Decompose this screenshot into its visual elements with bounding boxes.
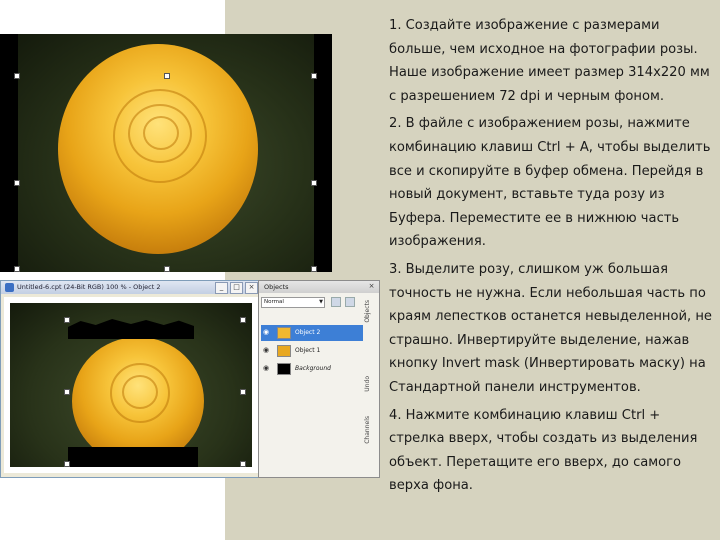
rose-petal	[122, 375, 158, 409]
objects-title: Objects	[264, 283, 289, 291]
selection-handle[interactable]	[14, 266, 20, 272]
selection-handle[interactable]	[164, 266, 170, 272]
document-title: Untitled-6.cpt (24-Bit RGB) 100 % - Obje…	[17, 283, 161, 291]
selection-handle[interactable]	[14, 180, 20, 186]
rose-petal	[143, 116, 179, 150]
selection-handle[interactable]	[240, 461, 246, 467]
selection-handle[interactable]	[64, 461, 70, 467]
side-tab-objects[interactable]: Objects	[364, 300, 371, 323]
layer-thumbnail	[277, 327, 291, 339]
document-icon	[5, 283, 14, 292]
delete-object-icon[interactable]	[345, 297, 355, 307]
instruction-step-1: 1. Создайте изображение с размерами боль…	[389, 18, 710, 104]
document-window: Untitled-6.cpt (24-Bit RGB) 100 % - Obje…	[0, 280, 262, 478]
selection-handle[interactable]	[64, 389, 70, 395]
layer-background[interactable]: ◉ Background	[261, 361, 363, 377]
layer-label: Object 2	[295, 329, 321, 336]
rose-image	[58, 44, 258, 254]
layer-thumbnail	[277, 363, 291, 375]
side-tab-undo[interactable]: Undo	[364, 376, 371, 392]
merge-mode-select[interactable]: Normal ▼	[261, 297, 325, 308]
document-titlebar[interactable]: Untitled-6.cpt (24-Bit RGB) 100 % - Obje…	[1, 281, 261, 294]
side-tab-channels[interactable]: Channels	[364, 416, 371, 444]
maximize-button[interactable]: □	[230, 282, 243, 294]
docker-side-tabs: Objects Undo Channels	[361, 296, 377, 476]
layer-label: Object 1	[295, 347, 321, 354]
instruction-step-2: 2. В файле с изображением розы, нажмите …	[389, 116, 711, 250]
selection-handle[interactable]	[311, 266, 317, 272]
selection-handle[interactable]	[240, 389, 246, 395]
rose-photo	[0, 34, 332, 272]
close-button[interactable]: ×	[245, 282, 258, 294]
object-black-bottom	[68, 447, 198, 467]
eye-icon[interactable]: ◉	[263, 329, 272, 336]
objects-layer-list: ◉ Object 2 ◉ Object 1 ◉ Background	[261, 325, 363, 379]
new-object-icon[interactable]	[331, 297, 341, 307]
objects-toolbar: Normal ▼	[261, 297, 365, 309]
minimize-button[interactable]: _	[215, 282, 228, 294]
layer-label: Background	[295, 365, 331, 372]
canvas-rose-image	[72, 337, 204, 465]
instruction-step-4: 4. Нажмите комбинацию клавиш Ctrl + стре…	[389, 407, 698, 494]
layer-object-2[interactable]: ◉ Object 2	[261, 325, 363, 341]
window-controls: _ □ ×	[215, 282, 258, 294]
eye-icon[interactable]: ◉	[263, 365, 272, 372]
selection-handle[interactable]	[164, 73, 170, 79]
instruction-step-3: 3. Выделите розу, слишком уж большая точ…	[389, 261, 712, 395]
merge-mode-value: Normal	[264, 299, 284, 305]
objects-panel-title[interactable]: Objects ×	[259, 281, 379, 293]
selection-handle[interactable]	[311, 180, 317, 186]
selection-handle[interactable]	[311, 73, 317, 79]
document-canvas[interactable]	[4, 297, 258, 473]
instructions-text: 1. Создайте изображение с размерами боль…	[389, 14, 715, 502]
layer-thumbnail	[277, 345, 291, 357]
selection-handle[interactable]	[14, 73, 20, 79]
selection-handle[interactable]	[240, 317, 246, 323]
selection-handle[interactable]	[64, 317, 70, 323]
layer-object-1[interactable]: ◉ Object 1	[261, 343, 363, 359]
chevron-down-icon: ▼	[319, 299, 323, 305]
close-icon[interactable]: ×	[367, 282, 376, 291]
eye-icon[interactable]: ◉	[263, 347, 272, 354]
rose-photo-background	[18, 34, 314, 272]
